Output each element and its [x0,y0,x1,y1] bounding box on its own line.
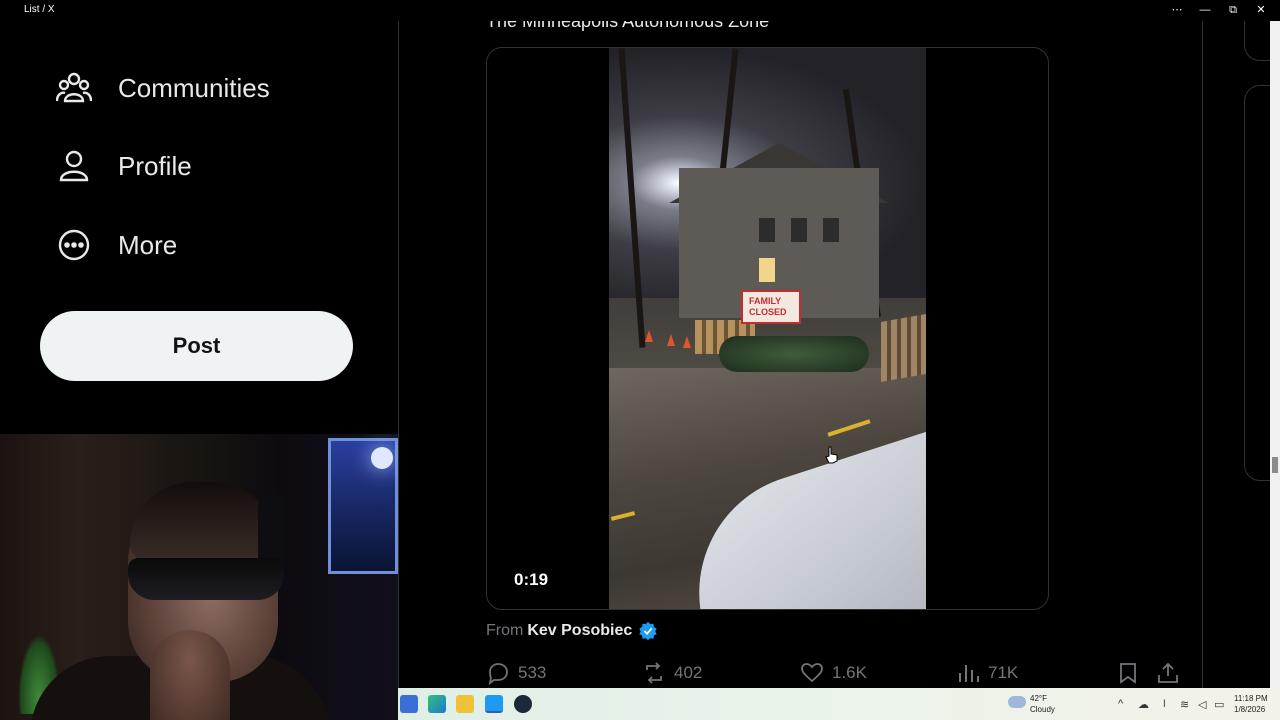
sidebar-item-label: More [118,229,178,260]
post-actions: 533 402 1.6K 71K [486,661,1186,688]
weather-desc: Cloudy [1030,705,1055,714]
post-button[interactable]: Post [40,311,353,381]
sidebar-item-label: Communities [118,72,270,103]
profile-icon [56,148,92,184]
share-button[interactable] [1156,661,1188,685]
like-button[interactable]: 1.6K [800,661,867,685]
left-sidebar: Communities Profile More Post [0,21,398,434]
hand-cursor-icon [825,446,838,464]
communities-icon [56,70,92,106]
heart-icon [801,663,823,683]
repost-icon [646,662,662,684]
x-logo-icon[interactable] [60,21,88,29]
steam-icon[interactable] [514,695,532,713]
clock-date[interactable]: 1/8/2026 [1234,705,1265,714]
verified-badge-icon [639,621,657,641]
view-count: 71K [988,663,1019,682]
edge-browser-icon[interactable] [428,695,446,713]
microphone-icon[interactable]: ⏽ [1160,698,1169,711]
scrollbar-thumb[interactable] [1272,457,1278,473]
more-icon [56,227,92,263]
road-closed-sign: FAMILY CLOSED [741,290,801,324]
views-chart-icon [959,665,979,682]
volume-icon[interactable]: ◁ [1198,698,1206,711]
reply-count: 533 [518,663,547,682]
share-icon [1158,662,1178,683]
onedrive-icon[interactable]: ☁ [1138,698,1149,711]
video-frame: FAMILY CLOSED [609,48,926,609]
sunglasses-image [128,558,284,600]
page-scrollbar[interactable] [1270,21,1280,688]
sidebar-item-more[interactable]: More [56,225,177,265]
wifi-icon[interactable]: ≋ [1180,698,1189,711]
aquarium-image [328,438,398,574]
from-label: From [486,622,524,639]
repost-button[interactable]: 402 [642,661,702,685]
video-attribution: From Kev Posobiec [486,621,658,641]
bookmark-button[interactable] [1116,661,1148,685]
video-player[interactable]: FAMILY CLOSED 0:19 [486,47,1049,610]
chevron-up-icon[interactable]: ^ [1118,698,1123,710]
bookmark-icon [1120,663,1136,684]
author-link[interactable]: Kev Posobiec [527,622,632,640]
maximize-button[interactable]: ⧉ [1218,1,1248,20]
clock-time[interactable]: 11:18 PM [1234,694,1268,703]
window-title-bar: List / X ⋯ — ⧉ ✕ [0,0,1280,21]
video-duration: 0:19 [514,570,549,589]
windows-taskbar: 42°F Cloudy ^ ☁ ⏽ ≋ ◁ ▭ 11:18 PM 1/8/202… [398,688,1280,720]
start-menu-icon[interactable] [400,695,418,713]
repost-count: 402 [674,663,703,682]
weather-temp: 42°F [1030,694,1047,703]
timeline-column: The Minneapolis Autonomous Zone FAMILY C… [398,21,1203,688]
minimize-button[interactable]: — [1190,1,1220,20]
sidebar-item-label: Profile [118,150,192,181]
sidebar-item-communities[interactable]: Communities [56,68,270,108]
cloudy-weather-icon[interactable] [1008,696,1026,708]
window-title: List / X [24,4,55,15]
battery-icon[interactable]: ▭ [1214,698,1224,711]
views-button[interactable]: 71K [956,661,1018,685]
window-menu-button[interactable]: ⋯ [1162,1,1192,20]
post-text: The Minneapolis Autonomous Zone [486,21,770,31]
sidebar-item-profile[interactable]: Profile [56,146,192,186]
close-window-button[interactable]: ✕ [1246,1,1276,20]
right-column [1204,21,1280,688]
file-explorer-icon[interactable] [456,695,474,713]
streamer-hand [150,630,230,720]
reply-icon [488,663,508,685]
reply-button[interactable]: 533 [486,661,546,685]
sign-text: FAMILY CLOSED [749,296,787,317]
like-count: 1.6K [832,663,867,682]
twitter-app-icon[interactable] [485,695,503,713]
webcam-overlay [0,434,398,720]
